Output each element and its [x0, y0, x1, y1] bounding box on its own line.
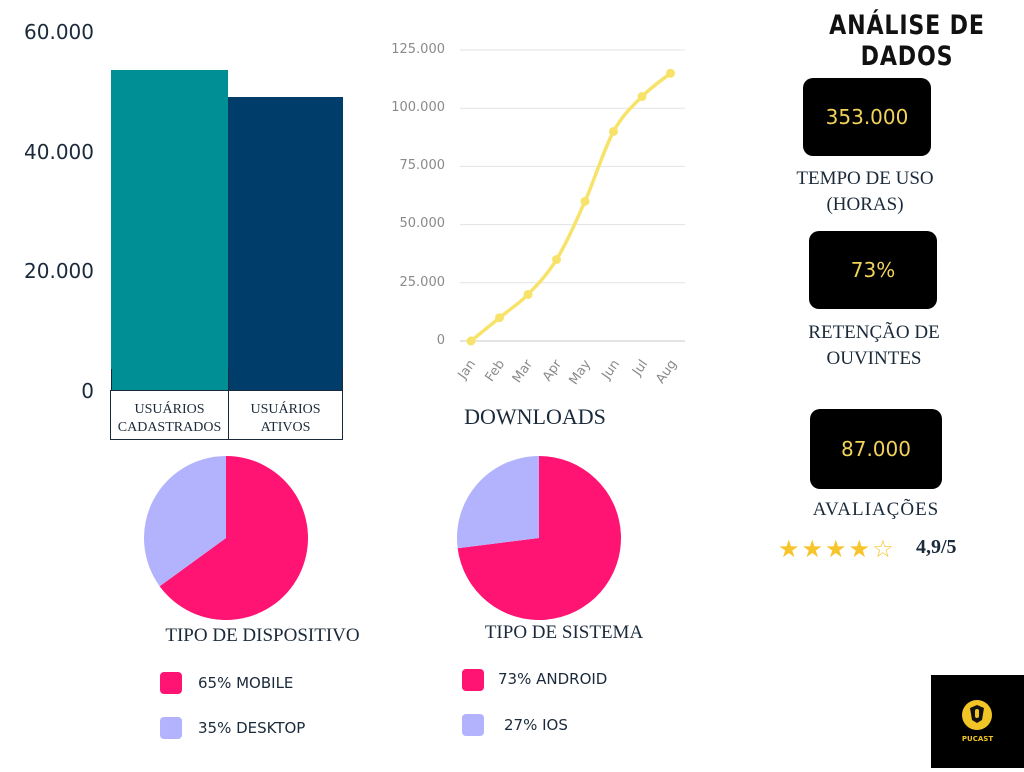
downloads-point — [523, 289, 533, 299]
line-plot-area — [460, 49, 685, 346]
logo-text: PUCAST — [961, 735, 994, 743]
pucast-logo: PUCAST — [931, 675, 1024, 768]
kpi-retention-box: 73% — [809, 231, 937, 309]
downloads-point — [666, 68, 675, 78]
bar-category-label: CADASTRADOS — [117, 420, 222, 435]
kpi-retention-label: RETENÇÃO DE OUVINTES — [765, 320, 983, 372]
legend-swatch-ios — [462, 714, 484, 736]
kpi-usage-label-line: (HORAS) — [826, 194, 904, 215]
kpi-ratings-box: 87.000 — [810, 409, 942, 489]
kpi-ratings-label: AVALIAÇÕES — [812, 499, 940, 520]
pie-title-sistema: TIPO DE SISTEMA — [484, 622, 644, 643]
pie-chart-sistema — [457, 456, 621, 620]
downloads-point — [552, 255, 561, 265]
legend-swatch-mobile — [160, 672, 182, 694]
line-chart-caption: DOWNLOADS — [464, 404, 606, 429]
star-filled-icon: ★ — [801, 535, 824, 563]
pie-slice — [457, 456, 539, 549]
star-filled-icon: ★ — [825, 535, 847, 563]
kpi-usage-label-line: TEMPO DE USO — [796, 168, 934, 189]
downloads-point — [580, 196, 590, 206]
downloads-point — [466, 336, 476, 346]
star-empty-icon: ☆ — [872, 535, 894, 563]
star-filled-icon: ★ — [848, 535, 871, 563]
rating-stars: ★ ★ ★ ★ ☆ — [778, 537, 894, 563]
dashboard-title: ANÁLISE DE DADOS — [829, 10, 985, 72]
kpi-usage-box: 353.000 — [803, 78, 931, 156]
legend-label-mobile: 65% MOBILE — [198, 674, 294, 692]
downloads-point — [609, 126, 618, 136]
legend-label-desktop: 35% DESKTOP — [198, 719, 306, 737]
kpi-retention-label-line: RETENÇÃO DE — [808, 322, 940, 343]
pie-chart-dispositivo — [144, 456, 308, 620]
bar-category-label: USUÁRIOS — [134, 402, 205, 417]
bar-category-label: ATIVOS — [260, 420, 311, 435]
pie-title-dispositivo: TIPO DE DISPOSITIVO — [165, 625, 360, 646]
kpi-usage-label: TEMPO DE USO (HORAS) — [760, 166, 970, 218]
downloads-line — [469, 71, 672, 343]
legend-label-ios: 27% IOS — [504, 716, 568, 734]
bar-category-label: USUÁRIOS — [250, 402, 321, 417]
legend-swatch-desktop — [160, 717, 182, 739]
rating-score: 4,9/5 — [916, 536, 957, 558]
kpi-retention-label-line: OUVINTES — [826, 348, 922, 369]
microphone-icon — [962, 700, 992, 730]
star-filled-icon: ★ — [778, 535, 800, 563]
downloads-point — [495, 313, 504, 323]
legend-swatch-android — [462, 669, 484, 691]
legend-label-android: 73% ANDROID — [498, 670, 608, 688]
downloads-point — [637, 92, 647, 102]
